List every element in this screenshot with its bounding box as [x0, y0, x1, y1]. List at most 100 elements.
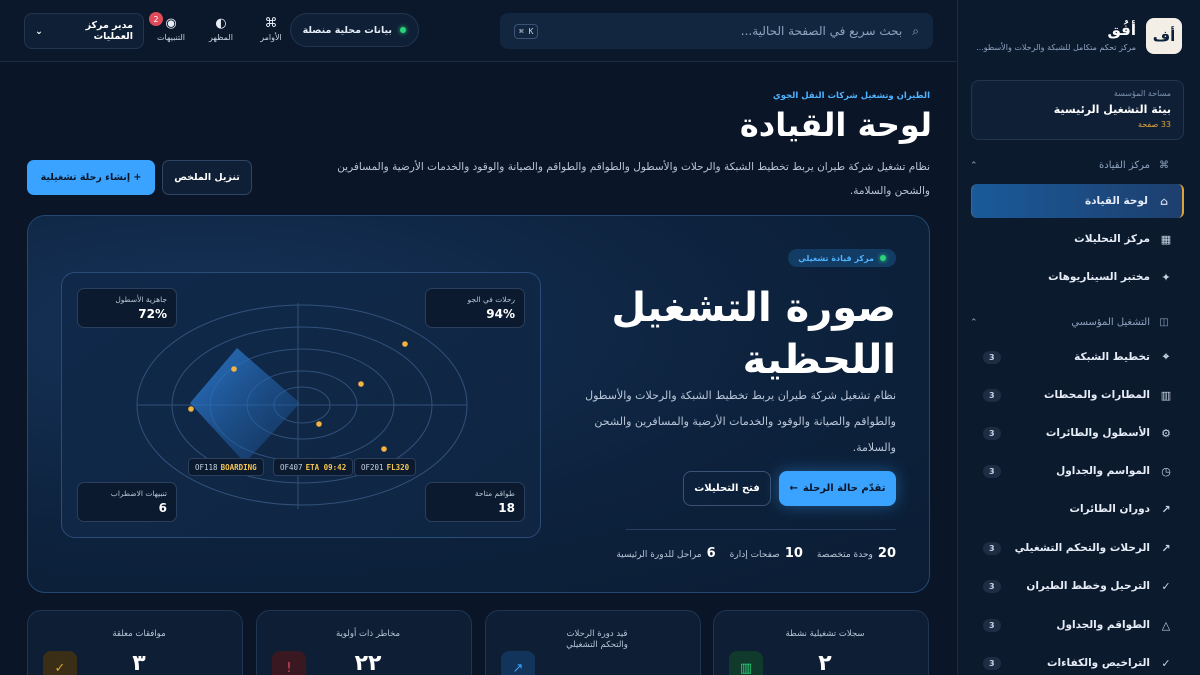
commands-button[interactable]: ⌘ الأوامر [251, 16, 291, 42]
sidebar-item-label: الترحيل وخطط الطيران [1026, 580, 1150, 592]
alert-icon: ! [272, 651, 306, 675]
arrow-icon: ↗ [1161, 541, 1171, 555]
hero-tag: مركز قيادة تشغيلي [788, 249, 896, 267]
metric-label: جاهزية الأسطول [115, 295, 167, 304]
tool-label: المظهر [209, 33, 233, 42]
sidebar: أف أفُق مركز تحكم متكامل للشبكة والرحلات… [957, 0, 1200, 675]
sidebar-item-licenses[interactable]: ✓ التراخيص والكفاءات 3 [971, 646, 1184, 675]
sidebar-item-airports[interactable]: ▥ المطارات والمحطات 3 [971, 378, 1184, 412]
stat-label: مراحل للدورة الرئيسية [616, 550, 702, 560]
check-icon: ✓ [43, 651, 77, 675]
brand[interactable]: أف أفُق مركز تحكم متكامل للشبكة والرحلات… [976, 18, 1182, 54]
stat-label: وحدة متخصصة [816, 550, 873, 560]
flight-id: OF118 [195, 462, 218, 472]
chevron-up-icon: ⌃ [970, 160, 978, 171]
divider [626, 529, 896, 530]
nav-group-operations[interactable]: ◫ التشغيل المؤسسي ⌃ [970, 317, 1170, 328]
flight-id: OF201 [361, 462, 384, 472]
metric-value: ٣ [132, 651, 146, 675]
sidebar-item-dispatch[interactable]: ✓ الترحيل وخطط الطيران 3 [971, 569, 1184, 603]
sidebar-item-label: المواسم والجداول [1056, 465, 1150, 477]
flight-tag[interactable]: OF201 FL320 [354, 458, 417, 476]
sidebar-item-rotation[interactable]: ↗ دوران الطائرات [971, 492, 1184, 526]
stat-value: 6 [706, 546, 716, 561]
sidebar-item-label: مركز التحليلات [1074, 233, 1150, 245]
sidebar-item-label: المطارات والمحطات [1044, 389, 1150, 401]
sidebar-item-label: الطواقم والجداول [1056, 619, 1150, 631]
user-menu[interactable]: مدير مركز العمليات ⌄ [24, 13, 144, 49]
metric-label: رحلات في الجو [467, 295, 515, 304]
page-title: لوحة القيادة [739, 106, 932, 144]
aircraft-blip [231, 366, 237, 372]
check-icon: ✓ [1161, 579, 1171, 593]
metric-disruption-alerts[interactable]: تنبيهات الاضطراب 6 [77, 482, 177, 522]
sidebar-item-analytics[interactable]: ▦ مركز التحليلات [971, 222, 1184, 256]
metric-label: تنبيهات الاضطراب [110, 489, 167, 498]
arrow-left-icon: ← [789, 483, 798, 494]
metric-label: مخاطر ذات أولوية [335, 629, 400, 639]
workspace-name: بيئة التشغيل الرئيسية [1053, 103, 1171, 116]
metric-card-priority-risks[interactable]: مخاطر ذات أولوية ٢٢ ! [256, 610, 472, 675]
sidebar-item-flights[interactable]: ↗ الرحلات والتحكم التشغيلي 3 [971, 531, 1184, 565]
metric-crews-available[interactable]: طواقم متاحة 18 [425, 482, 525, 522]
metric-card-active-records[interactable]: سجلات تشغيلية نشطة ٢ ▥ [713, 610, 929, 675]
chevron-down-icon: ⌄ [35, 25, 43, 37]
count-badge: 3 [983, 350, 1001, 364]
flight-tag[interactable]: OF407 ETA 09:42 [273, 458, 354, 476]
flight-status: FL320 [386, 462, 410, 472]
hero-panel: مركز قيادة تشغيلي صورة التشغيل اللحظية ن… [27, 215, 930, 593]
button-label: تقدّم حالة الرحلة [802, 483, 886, 494]
sidebar-item-label: الأسطول والطائرات [1045, 427, 1150, 439]
workspace-label: مساحة المؤسسة [1113, 89, 1171, 98]
metric-card-flight-cycle[interactable]: قيد دورة الرحلات والتحكم التشغيلي ↗ [485, 610, 701, 675]
nav-group-command[interactable]: ⌘ مركز القيادة ⌃ [970, 160, 1170, 171]
tool-label: التنبيهات [157, 33, 185, 42]
open-analytics-button[interactable]: فتح التحليلات [683, 471, 771, 506]
building-icon: ▥ [1160, 388, 1172, 402]
sidebar-item-network[interactable]: ⌖ تخطيط الشبكة 3 [971, 340, 1184, 374]
gear-icon: ⚙ [1161, 426, 1171, 440]
nav-group-label: التشغيل المؤسسي [1071, 317, 1150, 328]
metric-card-pending-approvals[interactable]: موافقات معلقة ٣ ✓ [27, 610, 243, 675]
workspace-count: 33 صفحة [1137, 120, 1171, 129]
live-data-status[interactable]: بيانات محلية منصلة [289, 13, 419, 47]
search-icon: ⌕ [912, 23, 919, 38]
metric-fleet-readiness[interactable]: جاهزية الأسطول 72% [77, 288, 177, 328]
count-badge: 3 [983, 656, 1001, 670]
metric-flights-airborne[interactable]: رحلات في الجو 94% [425, 288, 525, 328]
metric-label: قيد دورة الرحلات والتحكم التشغيلي [566, 629, 628, 650]
command-icon: ⌘ [264, 16, 278, 31]
notification-count: 2 [149, 12, 163, 26]
triangle-icon: △ [1161, 618, 1171, 632]
search-bar[interactable]: ⌕ بحث سريع في الصفحة الحالية... ⌘ K [500, 13, 933, 49]
grid-icon: ▦ [1160, 232, 1172, 246]
flight-tag[interactable]: OF118 BOARDING [188, 458, 264, 476]
metric-label: طواقم متاحة [474, 489, 515, 498]
sidebar-item-seasons[interactable]: ◷ المواسم والجداول 3 [971, 454, 1184, 488]
workspace-selector[interactable]: مساحة المؤسسة بيئة التشغيل الرئيسية 33 ص… [971, 80, 1184, 140]
advance-flight-status-button[interactable]: تقدّم حالة الرحلة ← [779, 471, 896, 506]
count-badge: 3 [983, 579, 1001, 593]
flight-status: BOARDING [220, 462, 257, 472]
sidebar-item-fleet[interactable]: ⚙ الأسطول والطائرات 3 [971, 416, 1184, 450]
search-input[interactable]: بحث سريع في الصفحة الحالية... [741, 24, 902, 38]
stat-item: 10 صفحات إدارة [730, 546, 803, 561]
clock-icon: ◷ [1161, 464, 1171, 478]
status-dot-icon [400, 27, 406, 33]
arrow-icon: ↗ [1161, 502, 1171, 516]
sidebar-item-crews[interactable]: △ الطواقم والجداول 3 [971, 608, 1184, 642]
aircraft-blip [316, 421, 322, 427]
count-badge: 3 [983, 388, 1001, 402]
notifications-button[interactable]: ◉ التنبيهات 2 [149, 12, 191, 42]
metric-value: 18 [498, 501, 515, 515]
brand-logo: أف [1146, 18, 1182, 54]
nav-group-label: مركز القيادة [1099, 160, 1150, 171]
chevron-up-icon: ⌃ [970, 317, 978, 328]
sidebar-item-dashboard[interactable]: ⌂ لوحة القيادة [971, 184, 1184, 218]
download-summary-button[interactable]: تنزيل الملخص [162, 160, 252, 195]
theme-button[interactable]: ◐ المظهر [201, 16, 241, 42]
sidebar-item-scenarios[interactable]: ✦ مختبر السيناريوهات [971, 260, 1184, 294]
create-flight-button[interactable]: + إنشاء رحلة تشغيلية [27, 160, 155, 195]
home-icon: ⌂ [1160, 194, 1168, 208]
breadcrumb[interactable]: الطيران وتشغيل شركات النقل الجوي [773, 91, 930, 101]
